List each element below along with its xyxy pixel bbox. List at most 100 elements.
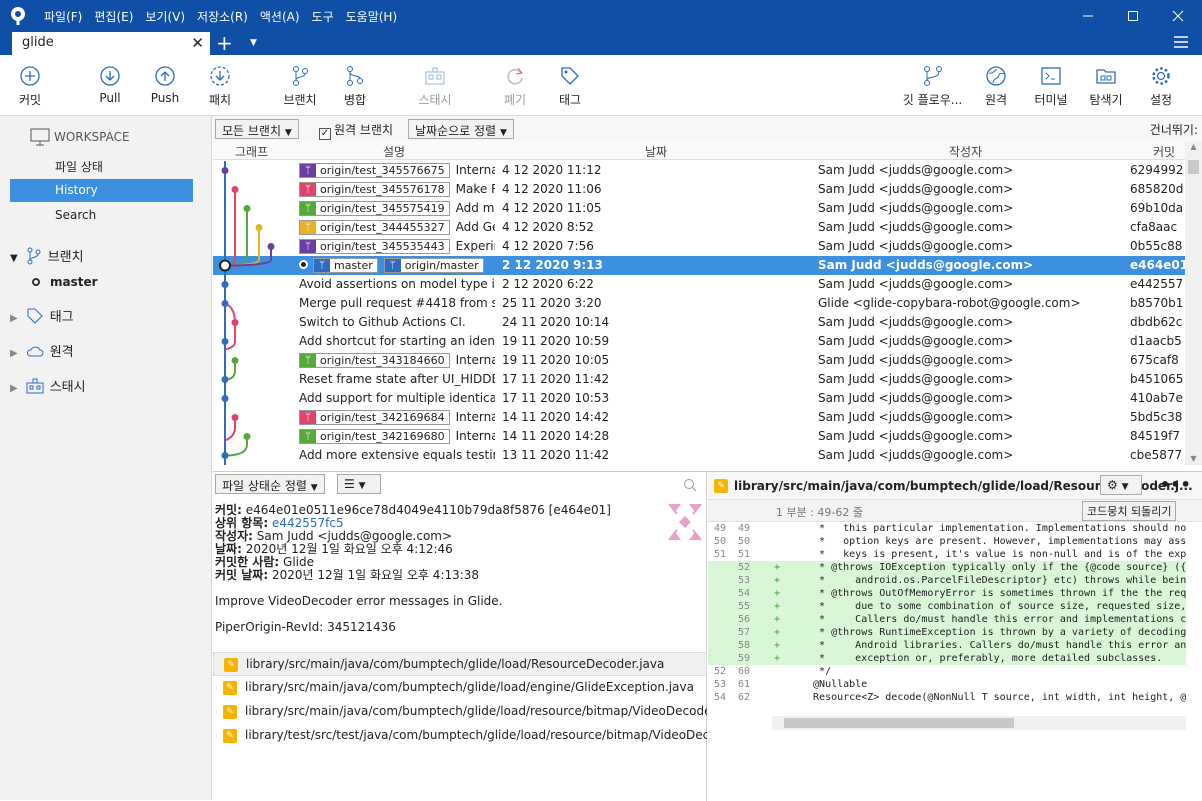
discard-button[interactable]: 폐기	[485, 65, 545, 108]
commit-button[interactable]: 커밋	[0, 65, 60, 108]
minimize-icon[interactable]	[1078, 6, 1098, 26]
sidebar-item-history[interactable]: History	[10, 179, 193, 202]
fetch-label: 패치	[208, 93, 232, 107]
menu-help[interactable]: 도움말(H)	[346, 8, 398, 25]
sidebar-item-search[interactable]: Search	[10, 204, 193, 227]
file-item[interactable]: ✎ library/src/main/java/com/bumptech/glid…	[213, 700, 707, 724]
sort-date-dropdown[interactable]: 날짜순으로 정렬 ▼	[408, 119, 514, 139]
tag-button[interactable]: 태그	[540, 65, 600, 108]
sidebar-section-tags[interactable]: ▶ 태그	[10, 306, 74, 325]
branch-badge[interactable]: ᛘ origin/test_345576675	[299, 163, 450, 178]
col-date[interactable]: 날짜	[645, 143, 667, 160]
menu-edit[interactable]: 편집(E)	[94, 8, 133, 25]
sidebar-item-file-status[interactable]: 파일 상태	[10, 154, 193, 177]
branch-badge[interactable]: ᛘ origin/test_342169684	[299, 410, 450, 425]
parent-link[interactable]: e442557fc5	[272, 516, 344, 530]
commit-list-scrollbar[interactable]: ▲ ▼	[1185, 142, 1202, 465]
commit-hash: b451065	[1130, 372, 1184, 386]
menu-repository[interactable]: 저장소(R)	[197, 8, 248, 25]
push-button[interactable]: Push	[135, 65, 195, 105]
diff-options-button[interactable]: ⚙ ▼	[1100, 475, 1142, 495]
sidebar-section-stashes[interactable]: ▶ 스태시	[10, 376, 86, 395]
commit-row[interactable]: Switch to Github Actions CI. 24 11 2020 1…	[213, 313, 1185, 332]
col-commit[interactable]: 커밋	[1153, 143, 1175, 160]
commit-row[interactable]: ᛘ origin/test_342169680 Internal 14 11 2020…	[213, 427, 1185, 446]
branch-badge[interactable]: ᛘ origin/master	[383, 258, 484, 273]
file-sort-dropdown[interactable]: 파일 상태순 정렬 ▼	[215, 474, 325, 494]
branch-badge[interactable]: ᛘ origin/test_345576178	[299, 182, 450, 197]
pull-button[interactable]: Pull	[80, 65, 140, 105]
commit-row[interactable]: ᛘ origin/test_343184660 Internal 19 11 2020…	[213, 351, 1185, 370]
branch-badge[interactable]: ᛘ origin/test_345535443	[299, 239, 450, 254]
branch-badge[interactable]: ᛘ origin/test_344455327	[299, 220, 450, 235]
file-item[interactable]: ✎ library/src/main/java/com/bumptech/glid…	[213, 652, 707, 676]
commit-row[interactable]: Reset frame state after UI_HIDDEN and 17 …	[213, 370, 1185, 389]
hamburger-menu-icon[interactable]	[1174, 36, 1188, 51]
commit-date: 4 12 2020 11:12	[502, 163, 602, 177]
new-tab-icon[interactable]: +	[216, 32, 233, 54]
close-tab-icon[interactable]: ✕	[191, 34, 204, 52]
file-item[interactable]: ✎ library/test/src/test/java/com/bumptech…	[213, 724, 707, 748]
commit-row[interactable]: ᛘ origin/test_342169684 Internal 14 11 2020…	[213, 408, 1185, 427]
branch-button[interactable]: 브랜치	[270, 65, 330, 108]
gitflow-button[interactable]: 깃 플로우...	[895, 65, 970, 108]
sidebar-section-remotes[interactable]: ▶ 원격	[10, 341, 74, 360]
branch-badge[interactable]: ᛘ master	[313, 258, 378, 273]
commit-description: Switch to Github Actions CI.	[299, 315, 466, 329]
menu-actions[interactable]: 액션(A)	[260, 8, 300, 25]
scroll-up-icon[interactable]: ▲	[1185, 142, 1202, 151]
commit-row[interactable]: ᛘ origin/test_345575419 Add missing 4 12 20…	[213, 199, 1185, 218]
sidebar-section-branches[interactable]: ▼ 브랜치	[10, 246, 84, 265]
file-item[interactable]: ✎ library/src/main/java/com/bumptech/glid…	[213, 676, 707, 700]
commit-row[interactable]: Merge pull request #4418 from sjudd 25 11…	[213, 294, 1185, 313]
close-window-icon[interactable]	[1168, 6, 1188, 26]
revert-hunk-button[interactable]: 코드뭉치 되돌리기	[1082, 501, 1177, 521]
col-author[interactable]: 작성자	[949, 143, 982, 160]
commit-row[interactable]: Avoid assertions on model type in ... 2 1…	[213, 275, 1185, 294]
modified-file-icon: ✎	[223, 681, 237, 695]
more-options-icon[interactable]: •••	[1160, 475, 1191, 494]
scroll-down-icon[interactable]: ▼	[1185, 454, 1202, 463]
commit-row[interactable]: ᛘ origin/test_345535443 Experiment 4 12 202…	[213, 237, 1185, 256]
merge-button[interactable]: 병합	[325, 65, 385, 108]
scroll-thumb[interactable]	[784, 718, 1014, 728]
menu-tools[interactable]: 도구	[312, 8, 334, 25]
commit-row[interactable]: ᛘ master ᛘ origin/master 2 12 2020 9:13 Sam J…	[213, 256, 1185, 275]
new-line-number: 50	[737, 536, 750, 547]
commit-row[interactable]: ᛘ origin/test_344455327 Add Getter 4 12 202…	[213, 218, 1185, 237]
repo-tab[interactable]: glide ✕	[12, 32, 210, 55]
sort-date-label: 날짜순으로 정렬	[415, 124, 497, 138]
terminal-button[interactable]: 터미널	[1021, 65, 1081, 108]
sidebar-item-master[interactable]: master	[32, 275, 98, 289]
commit-row[interactable]: Add shortcut for starting an identical 19…	[213, 332, 1185, 351]
commit-row[interactable]: Add support for multiple identical key 17…	[213, 389, 1185, 408]
committer-label: 커밋한 사람:	[215, 555, 280, 569]
commit-row[interactable]: Add more extensive equals testing to 13 1…	[213, 446, 1185, 465]
col-graph[interactable]: 그래프	[235, 143, 268, 160]
branch-badge[interactable]: ᛘ origin/test_343184660	[299, 353, 450, 368]
remote-button[interactable]: 원격	[966, 65, 1026, 108]
col-description[interactable]: 설명	[383, 143, 405, 160]
old-line-number: 50	[713, 536, 726, 547]
menu-file[interactable]: 파일(F)	[44, 8, 82, 25]
explorer-button[interactable]: 탐색기	[1076, 65, 1136, 108]
fetch-button[interactable]: 패치	[190, 65, 250, 108]
view-mode-dropdown[interactable]: ☰ ▼	[337, 474, 381, 494]
branch-badge[interactable]: ᛘ origin/test_345575419	[299, 201, 450, 216]
commit-date: 19 11 2020 10:59	[502, 334, 610, 348]
all-branches-dropdown[interactable]: 모든 브랜치 ▼	[215, 119, 299, 139]
maximize-icon[interactable]	[1123, 6, 1143, 26]
push-label: Push	[150, 91, 180, 105]
menu-view[interactable]: 보기(V)	[145, 8, 185, 25]
commit-row[interactable]: ᛘ origin/test_345576675 Internal change 4 1…	[213, 161, 1185, 180]
author-avatar	[665, 500, 705, 544]
remote-branches-checkbox[interactable]: ✓ 원격 브랜치	[319, 121, 393, 140]
settings-button[interactable]: 설정	[1131, 65, 1191, 108]
search-icon[interactable]	[683, 478, 697, 492]
stash-button[interactable]: 스태시	[405, 65, 465, 108]
scroll-thumb[interactable]	[1188, 160, 1199, 174]
commit-row[interactable]: ᛘ origin/test_345576178 Make Resource 4 12 …	[213, 180, 1185, 199]
diff-horizontal-scrollbar[interactable]	[772, 716, 1186, 730]
tab-dropdown-icon[interactable]: ▼	[250, 38, 257, 48]
branch-badge[interactable]: ᛘ origin/test_342169680	[299, 429, 450, 444]
